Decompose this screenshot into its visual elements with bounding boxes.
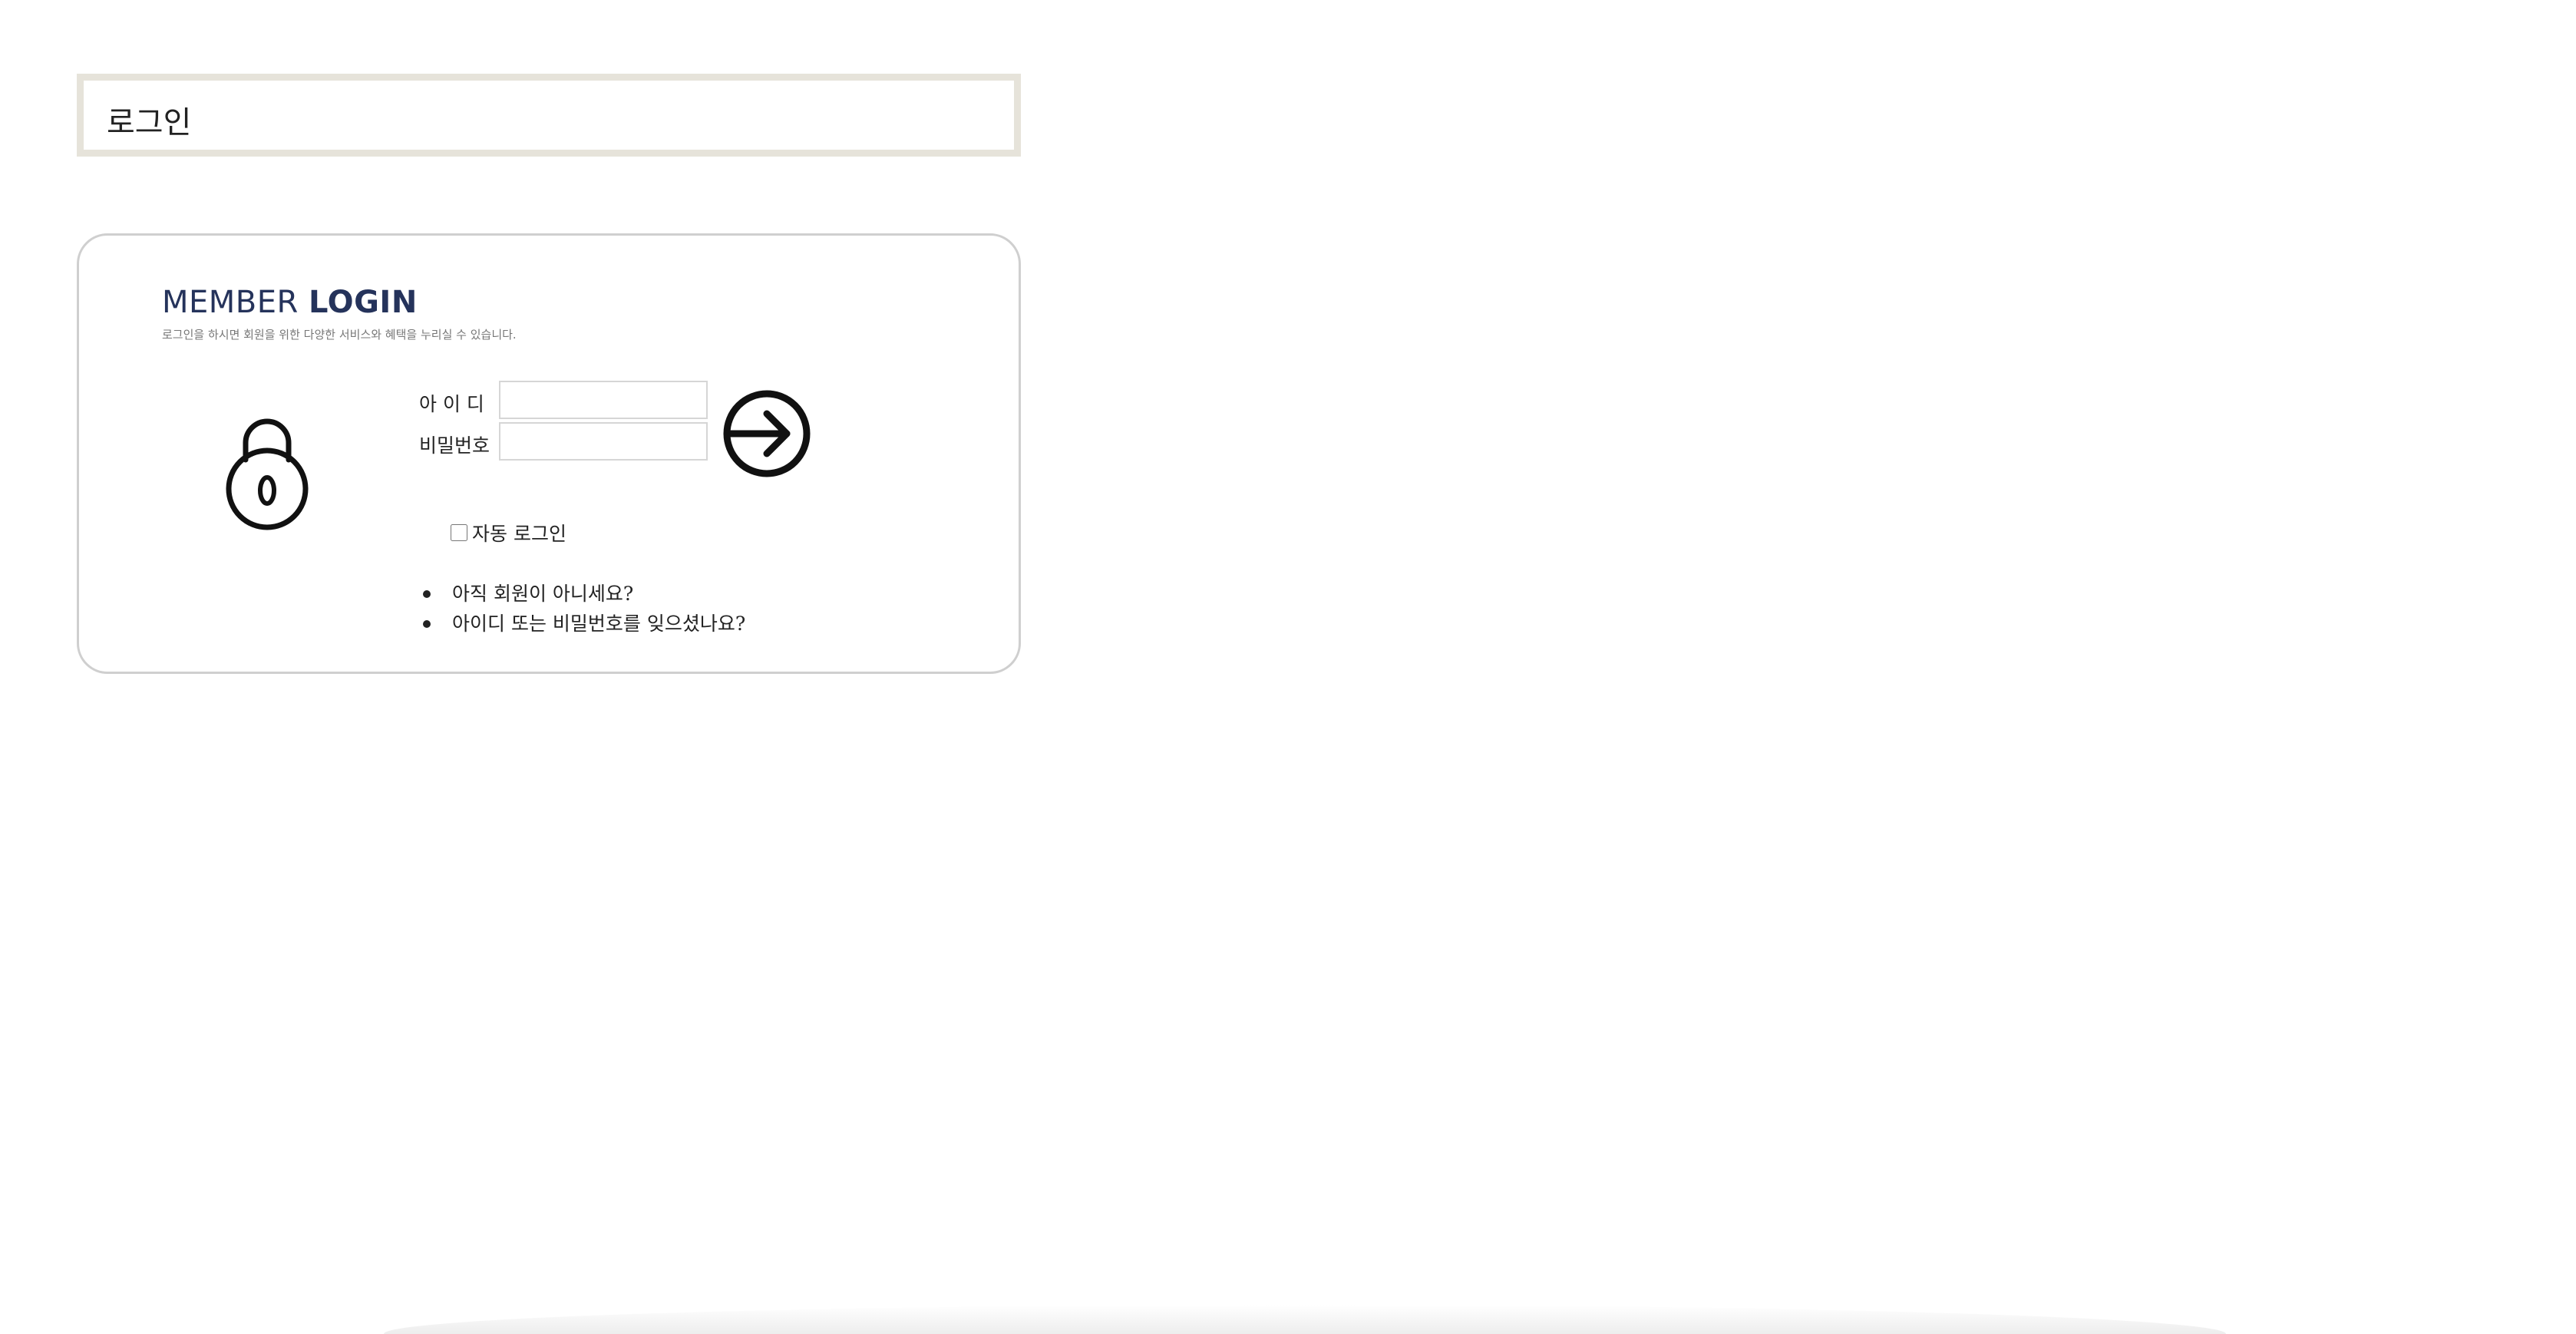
id-input[interactable] xyxy=(499,381,708,419)
password-label: 비밀번호 xyxy=(419,434,490,457)
auto-login-checkbox[interactable] xyxy=(451,524,467,541)
auto-login[interactable]: 자동 로그인 xyxy=(451,519,566,546)
auto-login-label: 자동 로그인 xyxy=(472,523,566,545)
login-arrow-icon xyxy=(723,390,811,477)
help-links: 아직 회원이 아니세요? 아이디 또는 비밀번호를 잊으셨나요? xyxy=(423,579,745,639)
login-heading: MEMBER LOGIN xyxy=(162,285,418,320)
page-title: 로그인 xyxy=(107,105,192,140)
list-item: 아직 회원이 아니세요? xyxy=(423,579,745,609)
login-heading-light: MEMBER xyxy=(162,285,299,320)
id-label: 아 이 디 xyxy=(419,393,484,415)
password-input[interactable] xyxy=(499,422,708,461)
login-subtitle: 로그인을 하시면 회원을 위한 다양한 서비스와 혜택을 누리실 수 있습니다. xyxy=(162,328,517,342)
bullet-icon xyxy=(423,590,431,598)
signup-link[interactable]: 아직 회원이 아니세요? xyxy=(452,583,633,605)
bottom-shadow xyxy=(384,1305,2226,1334)
bullet-icon xyxy=(423,620,431,628)
lock-icon xyxy=(221,409,313,532)
login-heading-bold: LOGIN xyxy=(309,285,418,320)
login-panel: MEMBER LOGIN 로그인을 하시면 회원을 위한 다양한 서비스와 혜택… xyxy=(77,233,1021,674)
login-submit-button[interactable] xyxy=(721,388,813,480)
list-item: 아이디 또는 비밀번호를 잊으셨나요? xyxy=(423,609,745,639)
find-account-link[interactable]: 아이디 또는 비밀번호를 잊으셨나요? xyxy=(452,613,745,635)
page-title-box: 로그인 xyxy=(77,74,1021,157)
